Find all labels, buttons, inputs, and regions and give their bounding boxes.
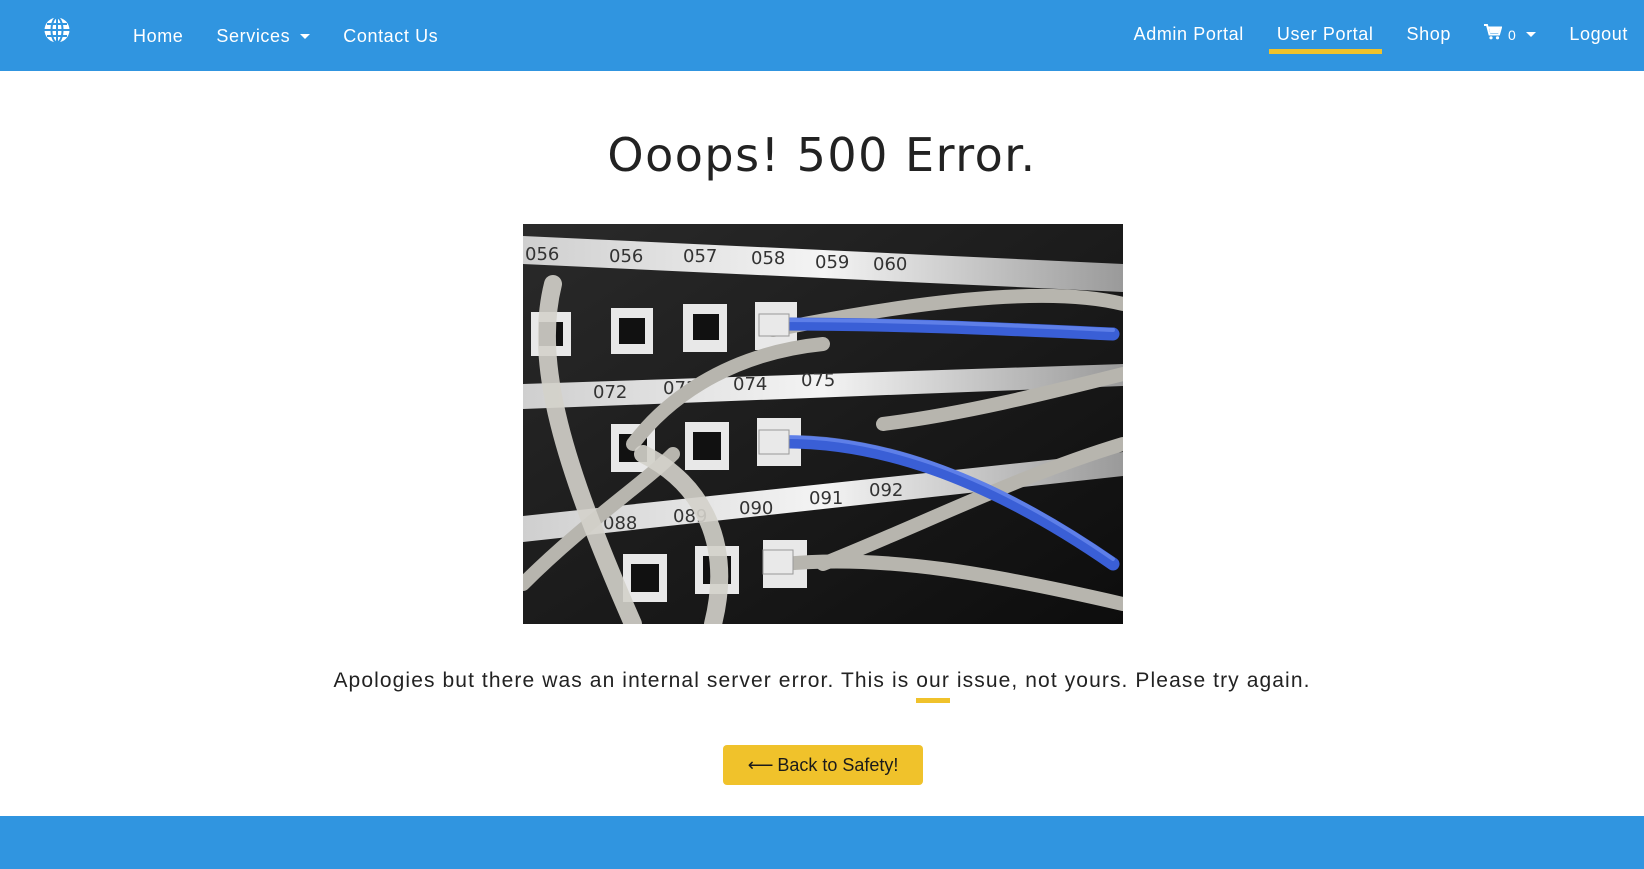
nav-services-label: Services bbox=[216, 26, 291, 46]
svg-text:092: 092 bbox=[869, 480, 903, 501]
page-footer bbox=[0, 816, 1644, 869]
error-message-emphasis: our bbox=[916, 669, 950, 703]
nav-contact-label: Contact Us bbox=[343, 26, 439, 46]
chevron-down-icon bbox=[1526, 32, 1537, 37]
shopping-cart-icon bbox=[1483, 24, 1503, 45]
back-to-safety-label: Back to Safety! bbox=[777, 754, 899, 775]
nav-admin-portal-link[interactable]: Admin Portal bbox=[1134, 0, 1244, 71]
error-page-content: Ooops! 500 Error. 056 056 057 058 059 06… bbox=[0, 71, 1644, 816]
network-patch-panel-photo: 056 056 057 058 059 060 072 073 074 075 088 08… bbox=[523, 224, 1123, 624]
nav-services-dropdown[interactable]: Services bbox=[216, 0, 311, 71]
page-title: Ooops! 500 Error. bbox=[607, 128, 1037, 182]
cart-count-badge: 0 bbox=[1507, 26, 1517, 43]
nav-logout-link[interactable]: Logout bbox=[1569, 0, 1628, 71]
back-to-safety-button[interactable]: ⟵ Back to Safety! bbox=[723, 745, 923, 785]
nav-right-group: Admin Portal User Portal Shop 0 Logout bbox=[1101, 0, 1628, 71]
svg-text:056: 056 bbox=[609, 246, 643, 267]
svg-text:090: 090 bbox=[739, 498, 773, 519]
nav-shop-label: Shop bbox=[1406, 24, 1451, 44]
nav-home-label: Home bbox=[133, 26, 184, 46]
chevron-down-icon bbox=[300, 34, 311, 39]
nav-contact-link[interactable]: Contact Us bbox=[343, 0, 438, 71]
svg-text:059: 059 bbox=[815, 252, 849, 273]
nav-admin-portal-label: Admin Portal bbox=[1133, 24, 1244, 44]
nav-logout-label: Logout bbox=[1569, 24, 1628, 44]
svg-text:074: 074 bbox=[733, 374, 767, 395]
svg-text:058: 058 bbox=[751, 248, 785, 269]
globe-icon[interactable] bbox=[43, 16, 71, 44]
nav-left-group: Home Services Contact Us bbox=[133, 0, 471, 71]
arrow-left-icon: ⟵ bbox=[747, 754, 774, 775]
nav-home-link[interactable]: Home bbox=[133, 0, 183, 71]
svg-text:072: 072 bbox=[593, 382, 627, 403]
svg-text:091: 091 bbox=[809, 488, 843, 509]
error-message: Apologies but there was an internal serv… bbox=[0, 669, 1644, 703]
nav-cart-dropdown[interactable]: 0 bbox=[1483, 0, 1537, 71]
svg-text:056: 056 bbox=[525, 244, 559, 265]
nav-shop-link[interactable]: Shop bbox=[1407, 0, 1451, 71]
top-navbar: Home Services Contact Us Admin Portal Us… bbox=[0, 0, 1644, 71]
error-message-text-end: issue, not yours. Please try again. bbox=[949, 669, 1311, 692]
svg-text:057: 057 bbox=[683, 246, 717, 267]
svg-text:075: 075 bbox=[801, 370, 835, 391]
nav-user-portal-label: User Portal bbox=[1276, 24, 1374, 44]
nav-user-portal-link[interactable]: User Portal bbox=[1268, 0, 1382, 71]
svg-text:060: 060 bbox=[873, 254, 907, 275]
error-message-text-start: Apologies but there was an internal serv… bbox=[333, 669, 917, 692]
